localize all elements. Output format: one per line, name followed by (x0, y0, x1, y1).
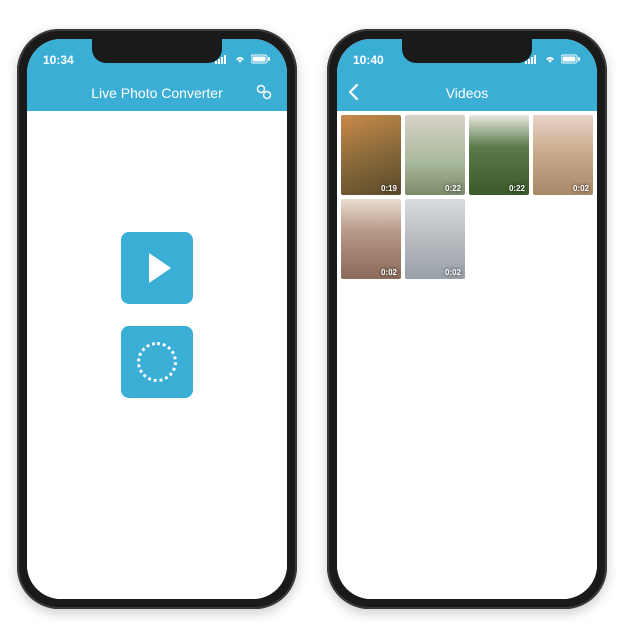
video-duration: 0:19 (381, 184, 397, 193)
thumbnail-image (405, 115, 465, 195)
video-thumbnail[interactable]: 0:02 (341, 199, 401, 279)
back-button[interactable] (347, 83, 367, 103)
settings-icon[interactable] (255, 83, 275, 103)
wifi-icon (233, 53, 247, 67)
phone-mockup-2: 10:40 Videos (327, 29, 607, 609)
video-duration: 0:02 (381, 268, 397, 277)
nav-bar: Live Photo Converter (27, 75, 287, 111)
thumbnail-image (341, 199, 401, 279)
video-duration: 0:02 (445, 268, 461, 277)
notch (92, 39, 222, 63)
play-button[interactable] (121, 232, 193, 304)
thumbnail-image (341, 115, 401, 195)
play-icon (149, 253, 171, 283)
nav-title: Live Photo Converter (91, 85, 223, 101)
video-duration: 0:02 (573, 184, 589, 193)
status-time: 10:40 (353, 53, 384, 67)
video-thumbnail[interactable]: 0:22 (469, 115, 529, 195)
notch (402, 39, 532, 63)
video-grid: 0:19 0:22 0:22 0:02 0:02 (337, 111, 597, 283)
thumbnail-image (469, 115, 529, 195)
thumbnail-image (405, 199, 465, 279)
video-duration: 0:22 (509, 184, 525, 193)
live-photo-button[interactable] (121, 326, 193, 398)
wifi-icon (543, 53, 557, 67)
status-indicators (215, 53, 271, 67)
thumbnail-image (533, 115, 593, 195)
status-indicators (525, 53, 581, 67)
phone-mockup-1: 10:34 Live Photo Converter (17, 29, 297, 609)
nav-bar: Videos (337, 75, 597, 111)
nav-title: Videos (446, 85, 489, 101)
battery-icon (561, 53, 581, 67)
video-thumbnail[interactable]: 0:02 (405, 199, 465, 279)
video-thumbnail[interactable]: 0:22 (405, 115, 465, 195)
home-content (27, 111, 287, 599)
action-buttons (27, 111, 287, 559)
screen-2: 10:40 Videos (337, 39, 597, 599)
live-photo-icon (137, 342, 177, 382)
video-thumbnail[interactable]: 0:02 (533, 115, 593, 195)
video-duration: 0:22 (445, 184, 461, 193)
status-time: 10:34 (43, 53, 74, 67)
screen-1: 10:34 Live Photo Converter (27, 39, 287, 599)
battery-icon (251, 53, 271, 67)
video-thumbnail[interactable]: 0:19 (341, 115, 401, 195)
videos-content: 0:19 0:22 0:22 0:02 0:02 (337, 111, 597, 599)
